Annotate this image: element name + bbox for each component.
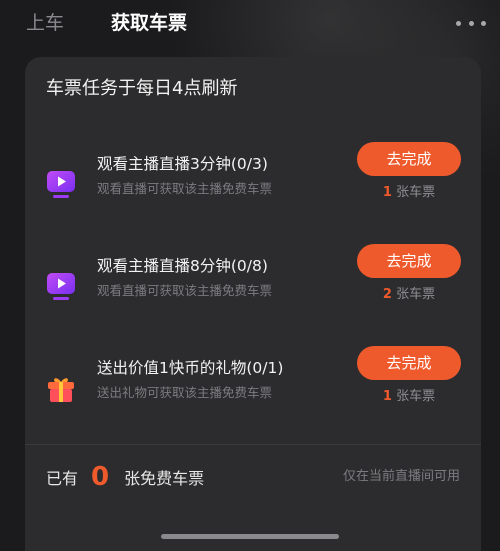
dot [456, 20, 461, 26]
ticket-task-panel: 车票任务于每日4点刷新 观看主播直播3分钟(0/3) 观看直播可获取该主播免费车… [25, 57, 481, 551]
tab-get-tickets[interactable]: 获取车票 [111, 10, 187, 36]
tab-board[interactable]: 上车 [26, 10, 64, 36]
reward-label: 1 张车票 [357, 184, 461, 202]
task-description: 观看直播可获取该主播免费车票 [97, 181, 273, 196]
task-name: 观看主播直播8分钟(0/8) [97, 257, 268, 275]
task-item: 观看主播直播3分钟(0/3) 观看直播可获取该主播免费车票 去完成 1 张车票 [25, 142, 481, 222]
balance-prefix: 已有 [46, 469, 79, 488]
reward-unit: 张车票 [396, 185, 436, 200]
reward-unit: 张车票 [396, 389, 436, 404]
gift-box-icon [48, 378, 74, 402]
play-tv-icon [47, 273, 75, 300]
reward-unit: 张车票 [396, 287, 436, 302]
reward-count: 1 [382, 389, 392, 404]
task-description: 观看直播可获取该主播免费车票 [97, 283, 273, 298]
more-options-icon[interactable] [456, 15, 486, 31]
ticket-balance: 已有 0 张免费车票 [46, 459, 204, 495]
top-bar: 上车 获取车票 [0, 0, 500, 50]
reward-count: 2 [382, 287, 392, 302]
task-item: 观看主播直播8分钟(0/8) 观看直播可获取该主播免费车票 去完成 2 张车票 [25, 244, 481, 324]
task-item: 送出价值1快币的礼物(0/1) 送出礼物可获取该主播免费车票 去完成 1 张车票 [25, 346, 481, 426]
panel-title: 车票任务于每日4点刷新 [46, 78, 238, 99]
dot [468, 20, 474, 26]
reward-label: 2 张车票 [357, 286, 461, 304]
reward-count: 1 [382, 185, 392, 200]
play-tv-icon [47, 171, 75, 198]
go-complete-button[interactable]: 去完成 [357, 346, 461, 380]
go-complete-button[interactable]: 去完成 [357, 244, 461, 278]
task-name: 送出价值1快币的礼物(0/1) [97, 359, 284, 377]
balance-count: 0 [91, 462, 110, 492]
divider [25, 444, 481, 445]
reward-label: 1 张车票 [357, 388, 461, 406]
balance-suffix: 张免费车票 [124, 469, 205, 488]
go-complete-button[interactable]: 去完成 [357, 142, 461, 176]
home-indicator [161, 534, 339, 539]
dot [481, 20, 486, 26]
task-description: 送出礼物可获取该主播免费车票 [97, 385, 273, 400]
usage-note: 仅在当前直播间可用 [342, 469, 460, 484]
task-name: 观看主播直播3分钟(0/3) [97, 155, 268, 173]
